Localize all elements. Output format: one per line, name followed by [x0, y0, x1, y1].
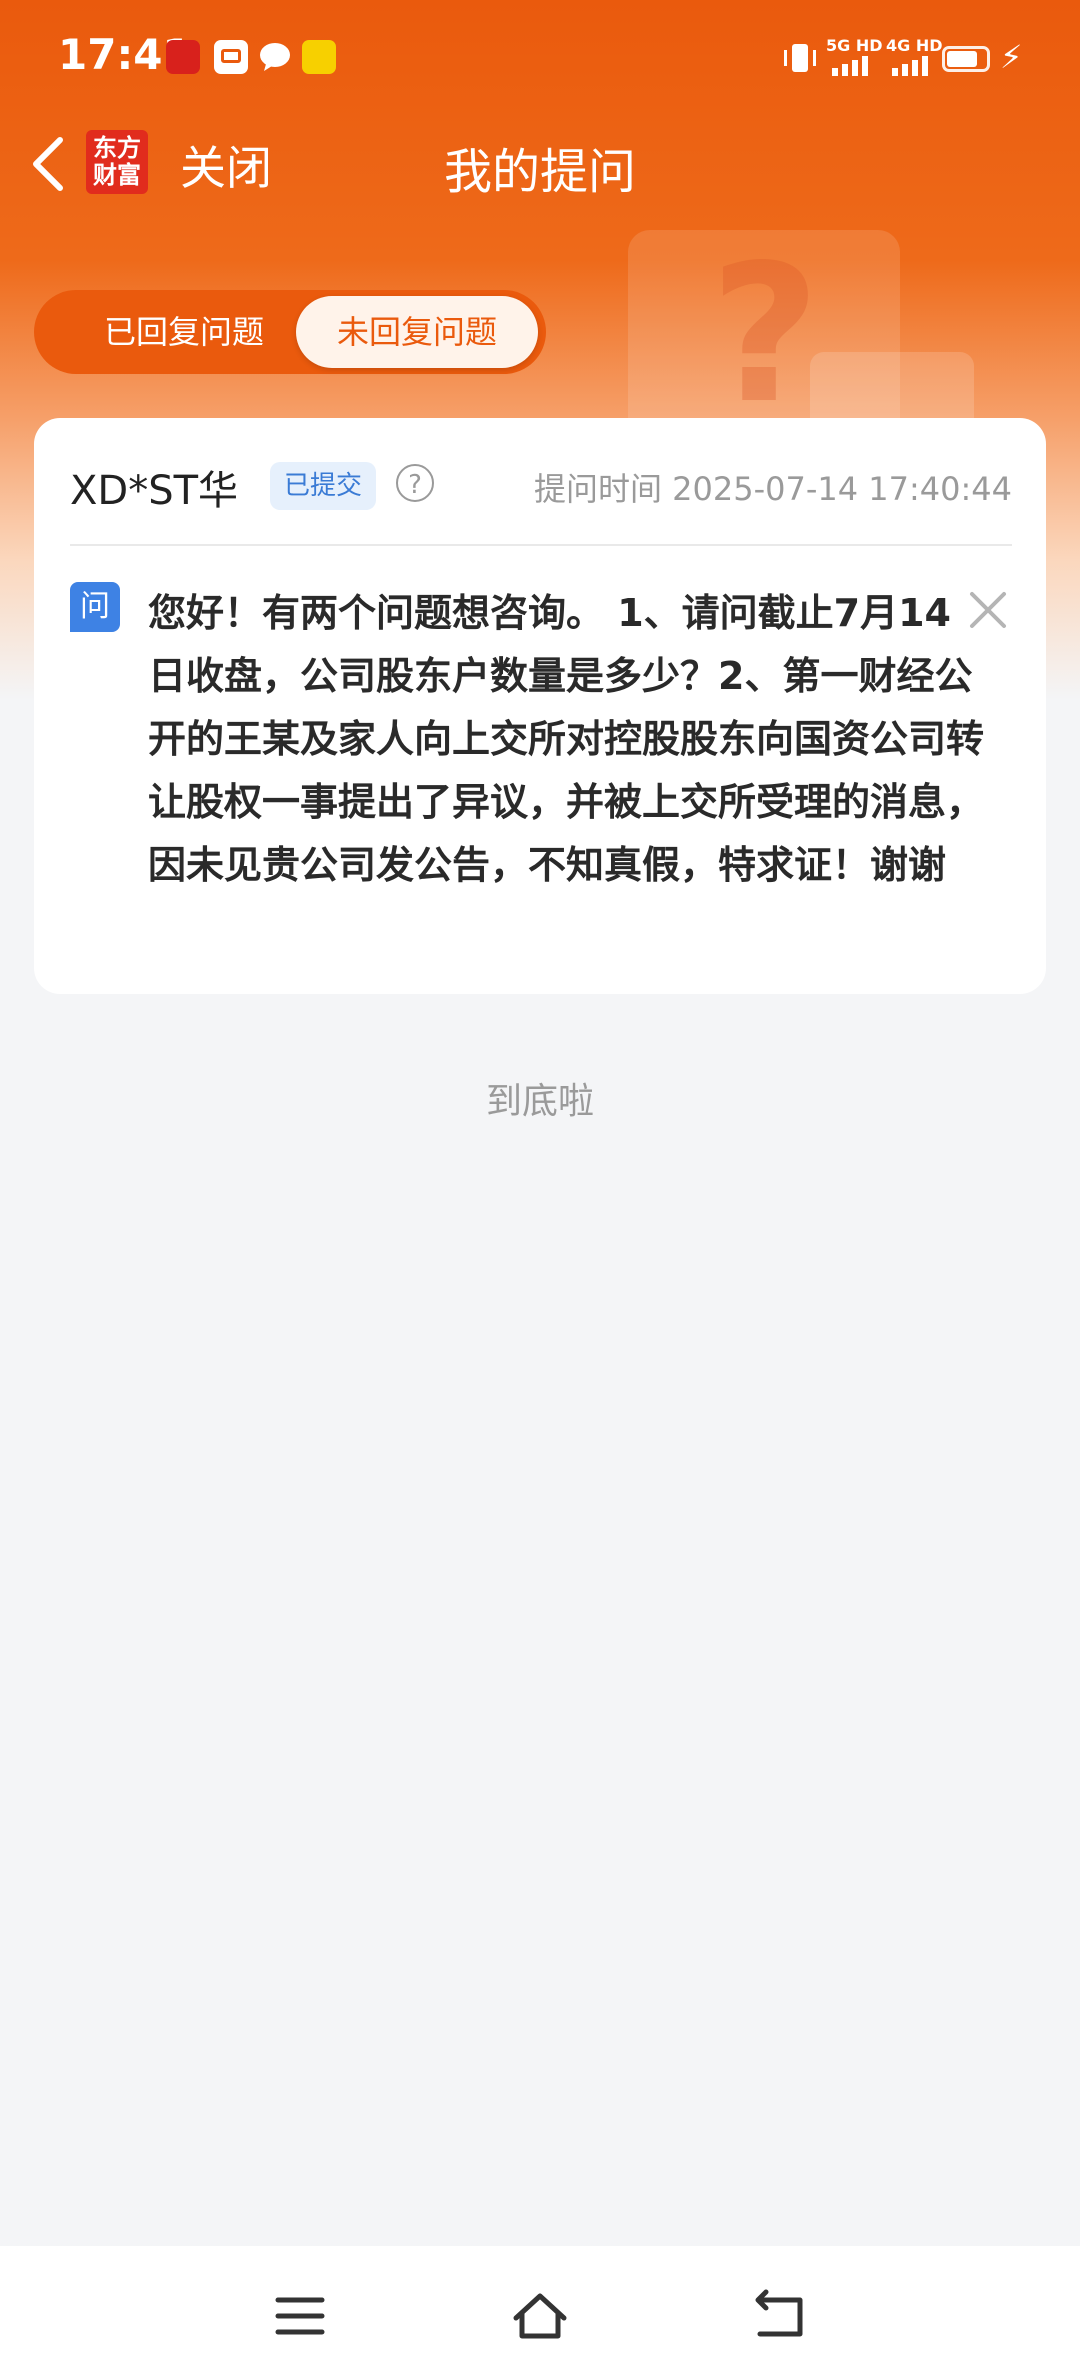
app-notification-icon [302, 40, 336, 74]
signal-icon [892, 56, 928, 76]
question-card: XD*ST华 已提交 ? 提问时间 2025-07-14 17:40:44 问 … [34, 418, 1046, 994]
company-name[interactable]: XD*ST华 [70, 458, 238, 516]
end-of-list-text: 到底啦 [485, 1081, 594, 1122]
help-icon[interactable]: ? [396, 464, 434, 502]
network-label: 5G HD [826, 36, 883, 55]
back-nav-icon[interactable] [750, 2286, 810, 2346]
page-title: 我的提问 [443, 144, 636, 200]
tab-replied[interactable]: 已回复问题 [44, 290, 324, 374]
tab-bar: 已回复问题 未回复问题 [34, 290, 546, 374]
system-nav-bar [0, 2246, 1080, 2376]
close-icon [970, 592, 1006, 628]
home-icon[interactable] [510, 2286, 570, 2346]
status-badge: 已提交 [270, 462, 377, 510]
menu-icon[interactable] [270, 2286, 330, 2346]
vibrate-icon [784, 44, 816, 72]
signal-icon [832, 56, 868, 76]
question-time: 提问时间 2025-07-14 17:40:44 [533, 470, 1012, 508]
battery-icon [942, 46, 990, 72]
question-tag: 问 [70, 582, 120, 632]
charging-icon: ⚡ [1000, 38, 1023, 76]
tab-unreplied[interactable]: 未回复问题 [296, 296, 538, 368]
divider [70, 544, 1012, 546]
delete-button[interactable] [964, 586, 1012, 634]
app-notification-icon [166, 40, 200, 74]
status-bar: 17:41 5G HD 4G HD ⚡ [0, 0, 1080, 116]
pinduoduo-notification-icon [214, 40, 248, 74]
network-label: 4G HD [886, 36, 943, 55]
question-text: 您好！有两个问题想咨询。 1、请问截止7月14日收盘，公司股东户数量是多少？2、… [148, 591, 985, 887]
message-notification-icon [258, 40, 292, 74]
question-mark-decoration-icon: ? [710, 224, 821, 445]
